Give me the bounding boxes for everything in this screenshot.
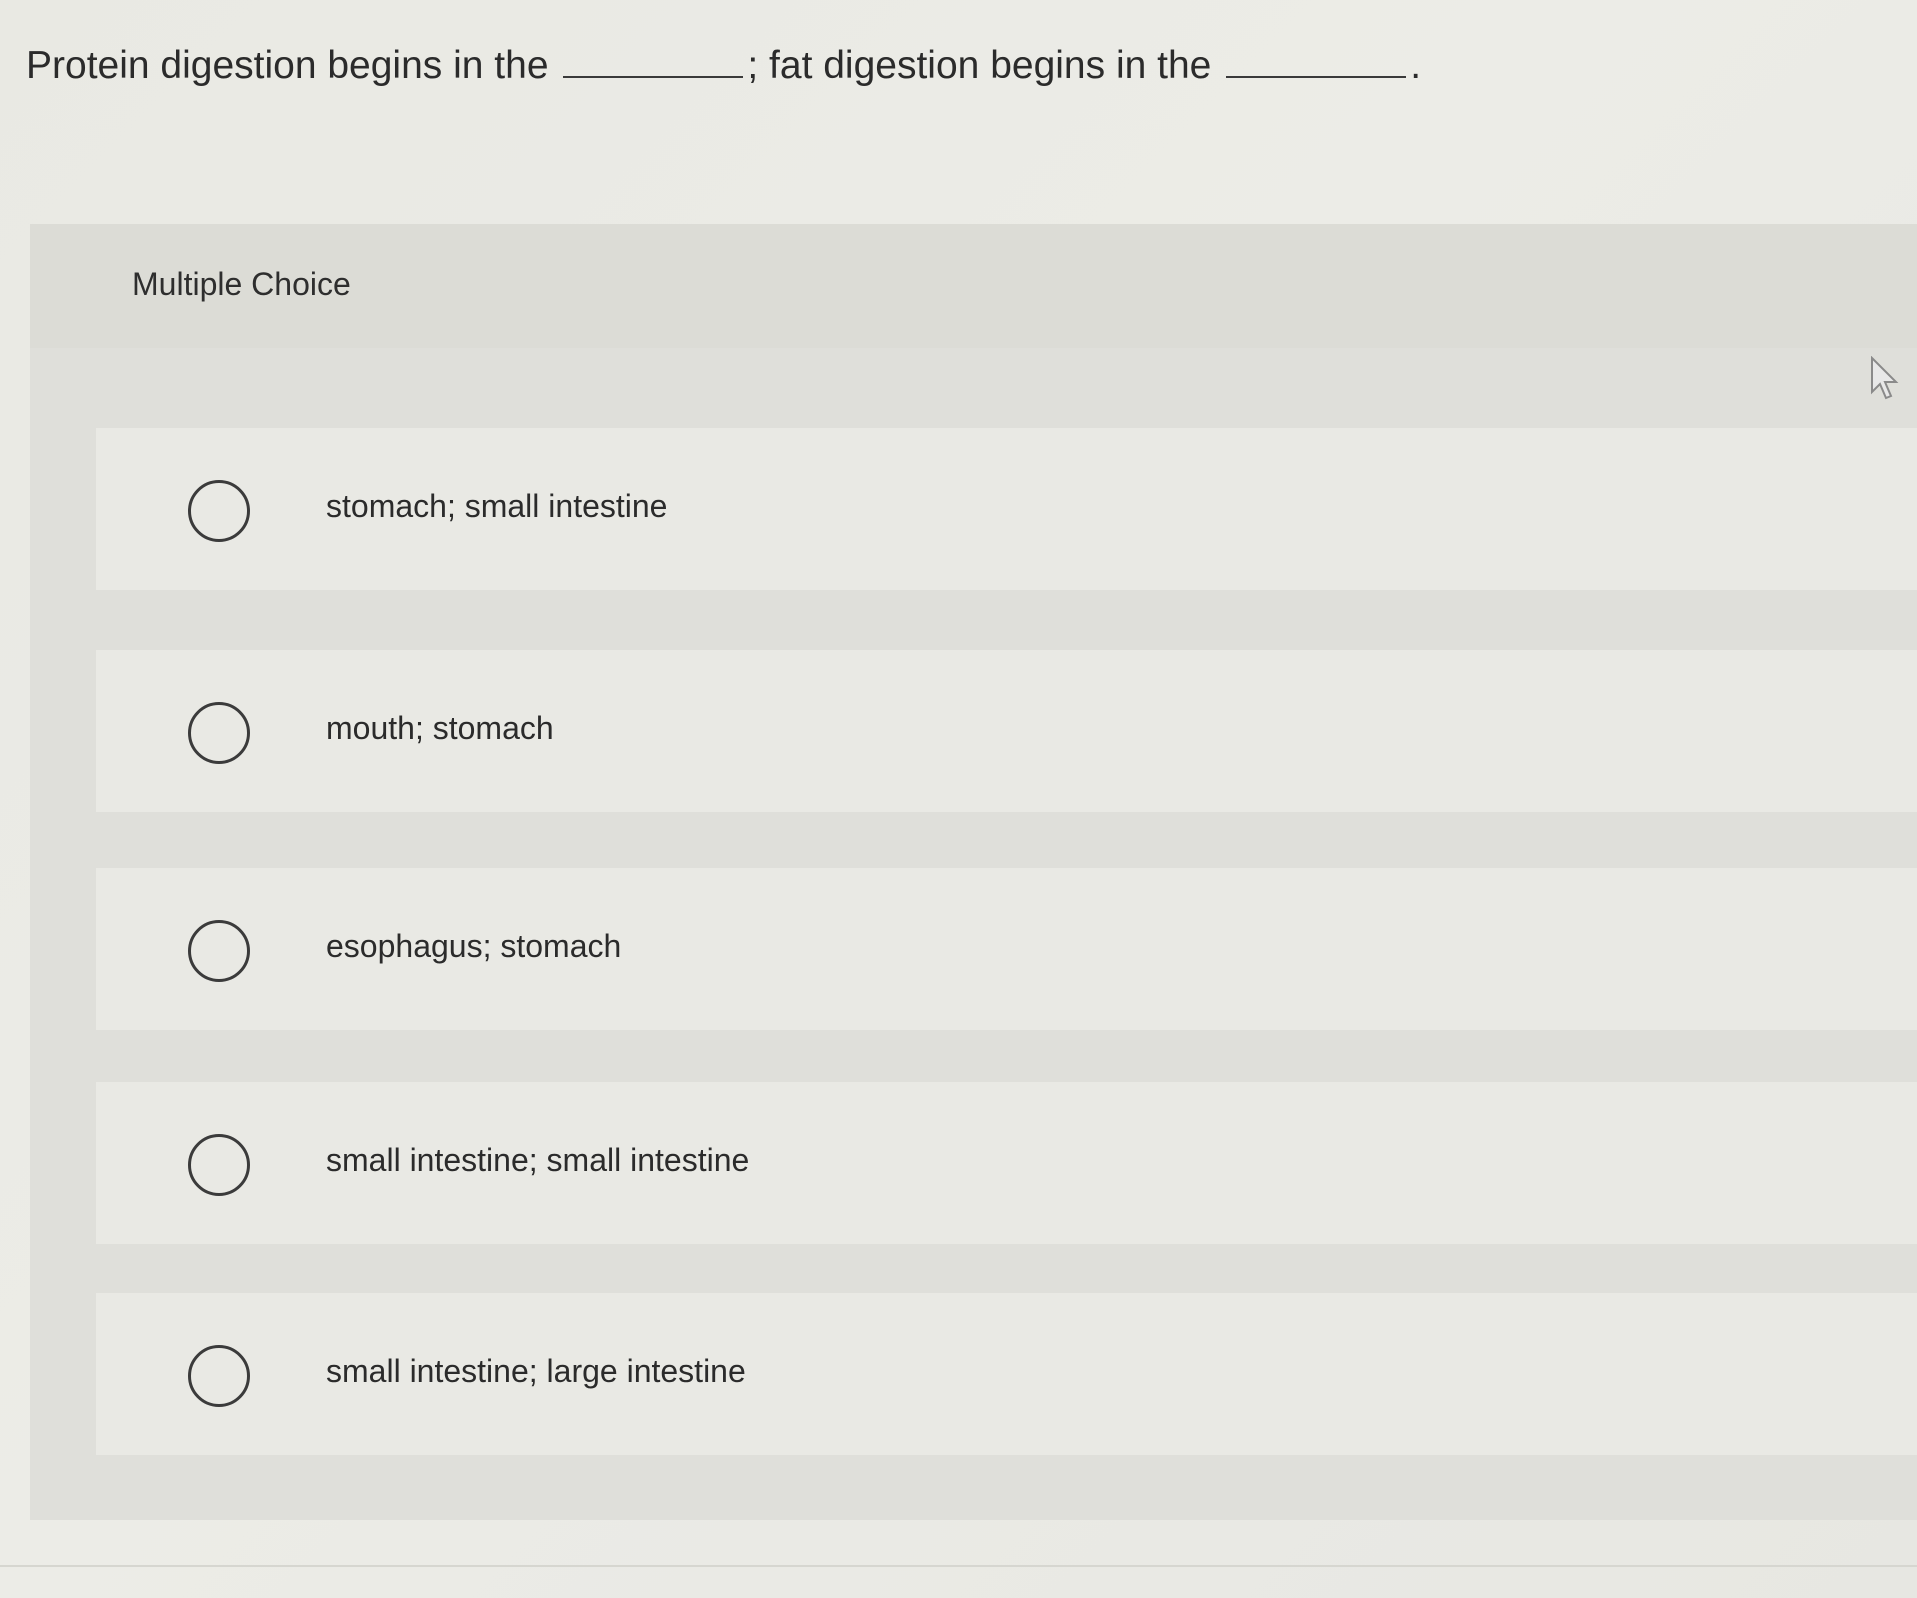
- option-label-3: esophagus; stomach: [326, 928, 622, 964]
- radio-button-3[interactable]: [188, 920, 250, 982]
- radio-button-2[interactable]: [188, 702, 250, 764]
- radio-button-5[interactable]: [188, 1345, 250, 1407]
- divider: [0, 1565, 1917, 1567]
- question-part-2: ; fat digestion begins in the: [747, 44, 1212, 87]
- panel-header: Multiple Choice: [30, 224, 1917, 348]
- option-4[interactable]: small intestine; small intestine: [96, 1082, 1917, 1244]
- option-3[interactable]: esophagus; stomach: [96, 868, 1917, 1030]
- options-list: stomach; small intestine mouth; stomach …: [30, 348, 1917, 1520]
- option-label-4: small intestine; small intestine: [326, 1142, 750, 1178]
- option-label-1: stomach; small intestine: [326, 488, 668, 524]
- option-label-5: small intestine; large intestine: [326, 1353, 746, 1389]
- blank-2: [1226, 40, 1407, 78]
- radio-button-1[interactable]: [188, 480, 250, 542]
- option-1[interactable]: stomach; small intestine: [96, 428, 1917, 590]
- radio-button-4[interactable]: [188, 1134, 250, 1196]
- multiple-choice-panel: Multiple Choice stomach; small intestine…: [30, 224, 1917, 1520]
- question-part-1: Protein digestion begins in the: [26, 44, 549, 87]
- option-5[interactable]: small intestine; large intestine: [96, 1293, 1917, 1455]
- question-text: Protein digestion begins in the ; fat di…: [26, 40, 1421, 92]
- panel-title: Multiple Choice: [132, 266, 351, 302]
- option-2[interactable]: mouth; stomach: [96, 650, 1917, 812]
- option-label-2: mouth; stomach: [326, 710, 554, 746]
- mouse-pointer-icon: [1871, 356, 1899, 400]
- question-part-3: .: [1410, 44, 1422, 87]
- blank-1: [563, 40, 744, 78]
